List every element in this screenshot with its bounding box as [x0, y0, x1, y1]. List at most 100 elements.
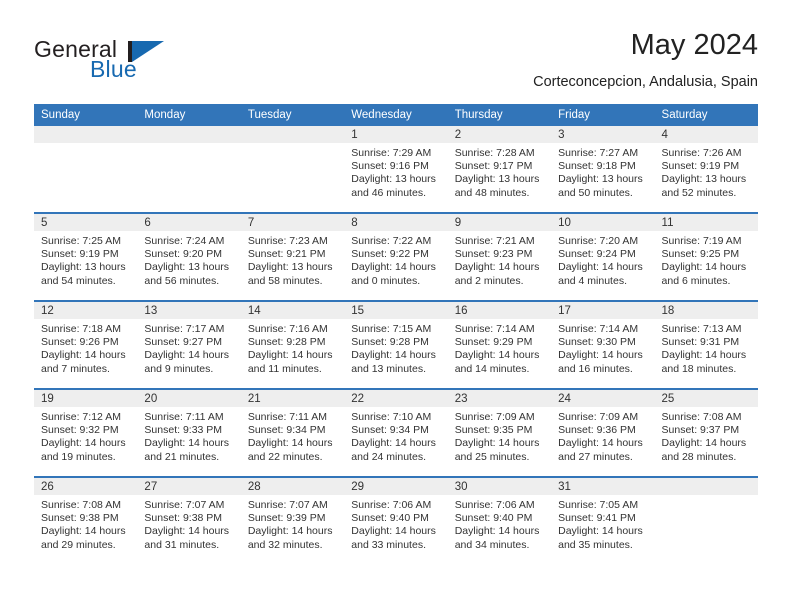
sunset-text: Sunset: 9:32 PM [41, 424, 119, 437]
sunrise-text: Sunrise: 7:06 AM [351, 499, 432, 511]
sunset-text: Sunset: 9:28 PM [247, 336, 326, 349]
day-number: 17 [551, 302, 655, 319]
calendar-day-cell[interactable]: 11 Sunrise: 7:19 AM Sunset: 9:25 PM Dayligh… [654, 212, 758, 301]
calendar-day-cell[interactable]: 19 Sunrise: 7:12 AM Sunset: 9:32 PM Dayligh… [34, 388, 138, 477]
sunrise-text: Sunrise: 7:12 AM [41, 411, 121, 423]
calendar-day-cell[interactable]: 27 Sunrise: 7:07 AM Sunset: 9:38 PM Dayligh… [137, 476, 241, 564]
sunrise-text: Sunrise: 7:06 AM [454, 499, 535, 511]
day-details: Sunrise: 7:13 AM Sunset: 9:31 PM Daylight:… [655, 319, 758, 388]
day-details [137, 143, 240, 212]
calendar-day-cell[interactable]: 9 Sunrise: 7:21 AM Sunset: 9:23 PM Daylight… [447, 212, 552, 301]
day-number [137, 126, 241, 143]
calendar-day-cell[interactable]: 18 Sunrise: 7:13 AM Sunset: 9:31 PM Dayligh… [654, 300, 758, 389]
sunset-text: Sunset: 9:19 PM [661, 160, 740, 173]
day-number: 10 [551, 214, 655, 231]
title-block: May 2024 Corteconcepcion, Andalusia, Spa… [533, 28, 758, 92]
calendar-day-cell[interactable]: 22 Sunrise: 7:10 AM Sunset: 9:34 PM Dayligh… [344, 388, 448, 477]
weekday-header-wednesday: Wednesday [344, 104, 448, 126]
calendar-day-cell[interactable]: 21 Sunrise: 7:11 AM Sunset: 9:34 PM Dayligh… [240, 388, 345, 477]
calendar-day-cell[interactable]: 28 Sunrise: 7:07 AM Sunset: 9:39 PM Dayligh… [240, 476, 345, 564]
calendar-day-cell[interactable]: 5 Sunrise: 7:25 AM Sunset: 9:19 PM Daylight… [34, 212, 138, 301]
day-details: Sunrise: 7:05 AM Sunset: 9:41 PM Daylight:… [551, 495, 654, 564]
calendar-day-cell[interactable]: 6 Sunrise: 7:24 AM Sunset: 9:20 PM Daylight… [137, 212, 241, 301]
weekday-header-tuesday: Tuesday [240, 104, 345, 126]
calendar-day-cell[interactable]: 24 Sunrise: 7:09 AM Sunset: 9:36 PM Dayligh… [551, 388, 655, 477]
calendar-day-cell[interactable]: 2 Sunrise: 7:28 AM Sunset: 9:17 PM Daylight… [447, 126, 552, 213]
day-number [240, 126, 345, 143]
page-header: General Blue May 2024 Corteconcepcion, A… [34, 28, 758, 98]
sunrise-text: Sunrise: 7:11 AM [247, 411, 328, 423]
calendar-day-cell[interactable]: 3 Sunrise: 7:27 AM Sunset: 9:18 PM Daylight… [551, 126, 655, 213]
calendar-day-cell[interactable]: 10 Sunrise: 7:20 AM Sunset: 9:24 PM Dayligh… [551, 212, 655, 301]
sunset-text: Sunset: 9:35 PM [454, 424, 533, 437]
sunset-text: Sunset: 9:28 PM [351, 336, 429, 349]
daylight-text: Daylight: 14 hours and 28 minutes. [661, 437, 747, 463]
day-details: Sunrise: 7:14 AM Sunset: 9:29 PM Daylight:… [448, 319, 551, 388]
calendar-day-cell[interactable]: 17 Sunrise: 7:14 AM Sunset: 9:30 PM Dayligh… [551, 300, 655, 389]
sunset-text: Sunset: 9:39 PM [247, 512, 326, 525]
day-number: 13 [137, 302, 241, 319]
calendar-page: General Blue May 2024 Corteconcepcion, A… [0, 0, 792, 612]
day-details: Sunrise: 7:23 AM Sunset: 9:21 PM Daylight:… [241, 231, 344, 300]
calendar-day-cell[interactable]: 30 Sunrise: 7:06 AM Sunset: 9:40 PM Dayligh… [447, 476, 552, 564]
calendar-day-cell[interactable]: 12 Sunrise: 7:18 AM Sunset: 9:26 PM Dayligh… [34, 300, 138, 389]
calendar-day-cell[interactable]: 20 Sunrise: 7:11 AM Sunset: 9:33 PM Dayligh… [137, 388, 241, 477]
calendar-day-cell[interactable]: 23 Sunrise: 7:09 AM Sunset: 9:35 PM Dayligh… [447, 388, 552, 477]
calendar-day-cell[interactable]: 4 Sunrise: 7:26 AM Sunset: 9:19 PM Daylight… [654, 126, 758, 213]
day-number: 26 [34, 478, 138, 495]
calendar-week-row: 12 Sunrise: 7:18 AM Sunset: 9:26 PM Dayligh… [34, 300, 758, 389]
calendar-day-cell[interactable]: 13 Sunrise: 7:17 AM Sunset: 9:27 PM Dayligh… [137, 300, 241, 389]
calendar-day-cell[interactable]: 8 Sunrise: 7:22 AM Sunset: 9:22 PM Daylight… [344, 212, 448, 301]
calendar-day-cell-empty [654, 476, 758, 564]
day-number: 9 [447, 214, 552, 231]
day-number: 18 [654, 302, 758, 319]
day-number: 15 [344, 302, 448, 319]
calendar-day-cell[interactable]: 31 Sunrise: 7:05 AM Sunset: 9:41 PM Dayligh… [551, 476, 655, 564]
sunrise-text: Sunrise: 7:07 AM [144, 499, 225, 511]
sunset-text: Sunset: 9:21 PM [247, 248, 326, 261]
day-number: 30 [447, 478, 552, 495]
daylight-text: Daylight: 14 hours and 21 minutes. [144, 437, 230, 463]
sunset-text: Sunset: 9:36 PM [558, 424, 636, 437]
sunset-text: Sunset: 9:26 PM [41, 336, 119, 349]
sunset-text: Sunset: 9:40 PM [454, 512, 533, 525]
calendar-day-cell[interactable]: 25 Sunrise: 7:08 AM Sunset: 9:37 PM Dayligh… [654, 388, 758, 477]
calendar-week-row: 5 Sunrise: 7:25 AM Sunset: 9:19 PM Daylight… [34, 212, 758, 301]
sunset-text: Sunset: 9:17 PM [454, 160, 533, 173]
general-blue-logo[interactable]: General Blue [34, 36, 264, 88]
sunset-text: Sunset: 9:23 PM [454, 248, 533, 261]
calendar-day-cell-empty [240, 126, 345, 213]
calendar-day-cell[interactable]: 14 Sunrise: 7:16 AM Sunset: 9:28 PM Dayligh… [240, 300, 345, 389]
calendar-day-cell[interactable]: 16 Sunrise: 7:14 AM Sunset: 9:29 PM Dayligh… [447, 300, 552, 389]
sunrise-text: Sunrise: 7:15 AM [351, 323, 432, 335]
daylight-text: Daylight: 14 hours and 2 minutes. [454, 261, 540, 287]
day-details: Sunrise: 7:11 AM Sunset: 9:33 PM Daylight:… [137, 407, 240, 476]
day-details: Sunrise: 7:06 AM Sunset: 9:40 PM Daylight:… [344, 495, 447, 564]
day-details: Sunrise: 7:21 AM Sunset: 9:23 PM Daylight:… [448, 231, 551, 300]
sunrise-text: Sunrise: 7:24 AM [144, 235, 225, 247]
calendar-day-cell[interactable]: 29 Sunrise: 7:06 AM Sunset: 9:40 PM Dayligh… [344, 476, 448, 564]
day-details [241, 143, 344, 212]
calendar-day-cell[interactable]: 7 Sunrise: 7:23 AM Sunset: 9:21 PM Daylight… [240, 212, 345, 301]
daylight-text: Daylight: 13 hours and 54 minutes. [41, 261, 126, 287]
day-number: 14 [240, 302, 345, 319]
calendar-day-cell[interactable]: 1 Sunrise: 7:29 AM Sunset: 9:16 PM Daylight… [344, 126, 448, 213]
sunrise-text: Sunrise: 7:13 AM [661, 323, 742, 335]
day-details: Sunrise: 7:12 AM Sunset: 9:32 PM Daylight:… [34, 407, 137, 476]
sunset-text: Sunset: 9:22 PM [351, 248, 429, 261]
sunrise-sunset-calendar-table: Sunday Monday Tuesday Wednesday Thursday Frid… [34, 104, 758, 564]
sunrise-text: Sunrise: 7:14 AM [558, 323, 639, 335]
sunset-text: Sunset: 9:31 PM [661, 336, 740, 349]
day-number: 19 [34, 390, 138, 407]
sunrise-text: Sunrise: 7:28 AM [454, 147, 535, 159]
daylight-text: Daylight: 13 hours and 48 minutes. [454, 173, 540, 199]
sunrise-text: Sunrise: 7:20 AM [558, 235, 639, 247]
sunrise-text: Sunrise: 7:23 AM [247, 235, 328, 247]
calendar-header-row: Sunday Monday Tuesday Wednesday Thursday Frid… [34, 104, 758, 126]
daylight-text: Daylight: 14 hours and 16 minutes. [558, 349, 643, 375]
calendar-day-cell[interactable]: 26 Sunrise: 7:08 AM Sunset: 9:38 PM Dayligh… [34, 476, 138, 564]
calendar-day-cell[interactable]: 15 Sunrise: 7:15 AM Sunset: 9:28 PM Dayligh… [344, 300, 448, 389]
day-number: 25 [654, 390, 758, 407]
sunset-text: Sunset: 9:37 PM [661, 424, 740, 437]
day-details: Sunrise: 7:20 AM Sunset: 9:24 PM Daylight:… [551, 231, 654, 300]
